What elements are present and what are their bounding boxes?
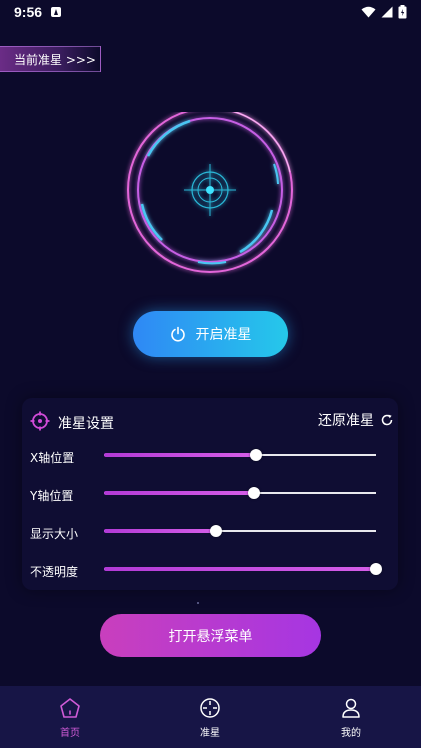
restore-crosshair-label: 还原准星 [318, 413, 374, 429]
display-size-slider[interactable] [104, 524, 376, 538]
status-bar: 9:56 [0, 0, 421, 26]
crosshair-icon [200, 698, 220, 718]
notification-app-icon [51, 7, 61, 17]
slider-fill [104, 491, 254, 495]
nav-label-profile: 我的 [341, 728, 361, 739]
start-crosshair-button[interactable]: 开启准星 [133, 311, 288, 357]
slider-thumb[interactable] [247, 487, 260, 499]
battery-icon [398, 5, 407, 19]
display-size-label: 显示大小 [30, 527, 79, 541]
power-icon [170, 326, 185, 342]
x-position-label: X轴位置 [30, 451, 75, 465]
slider-thumb[interactable] [250, 449, 263, 461]
y-position-slider[interactable] [104, 486, 376, 500]
profile-icon [342, 698, 360, 718]
crosshair-preview [127, 112, 293, 273]
slider-fill [104, 529, 216, 533]
home-icon [60, 698, 80, 718]
decorative-dot [197, 602, 199, 604]
current-crosshair-tag[interactable]: 当前准星 >>> [0, 46, 101, 72]
x-position-slider[interactable] [104, 448, 376, 462]
nav-item-crosshair[interactable]: 准星 [140, 686, 280, 748]
restore-crosshair-button[interactable]: 还原准星 [318, 410, 394, 430]
refresh-icon [381, 414, 393, 426]
y-position-label: Y轴位置 [30, 489, 74, 503]
settings-title: 准星设置 [58, 416, 114, 432]
crosshair-settings-icon [30, 411, 50, 431]
wifi-icon [361, 6, 376, 18]
bottom-navigation: 首页 准星 我的 [0, 686, 421, 748]
slider-thumb[interactable] [370, 563, 382, 575]
open-floating-menu-button[interactable]: 打开悬浮菜单 [100, 614, 321, 657]
slider-fill [104, 453, 257, 457]
opacity-slider[interactable] [104, 562, 382, 576]
slider-fill [104, 567, 376, 571]
nav-label-crosshair: 准星 [200, 728, 220, 739]
open-floating-menu-label: 打开悬浮菜单 [168, 628, 253, 645]
status-icons [361, 5, 407, 19]
status-time: 9:56 [14, 4, 43, 20]
start-crosshair-label: 开启准星 [195, 327, 252, 343]
nav-label-home: 首页 [60, 728, 80, 739]
nav-item-profile[interactable]: 我的 [281, 686, 421, 748]
opacity-label: 不透明度 [30, 565, 79, 579]
nav-item-home[interactable]: 首页 [0, 686, 140, 748]
slider-thumb[interactable] [209, 525, 222, 537]
signal-icon [381, 6, 393, 18]
current-crosshair-label: 当前准星 >>> [14, 52, 96, 67]
